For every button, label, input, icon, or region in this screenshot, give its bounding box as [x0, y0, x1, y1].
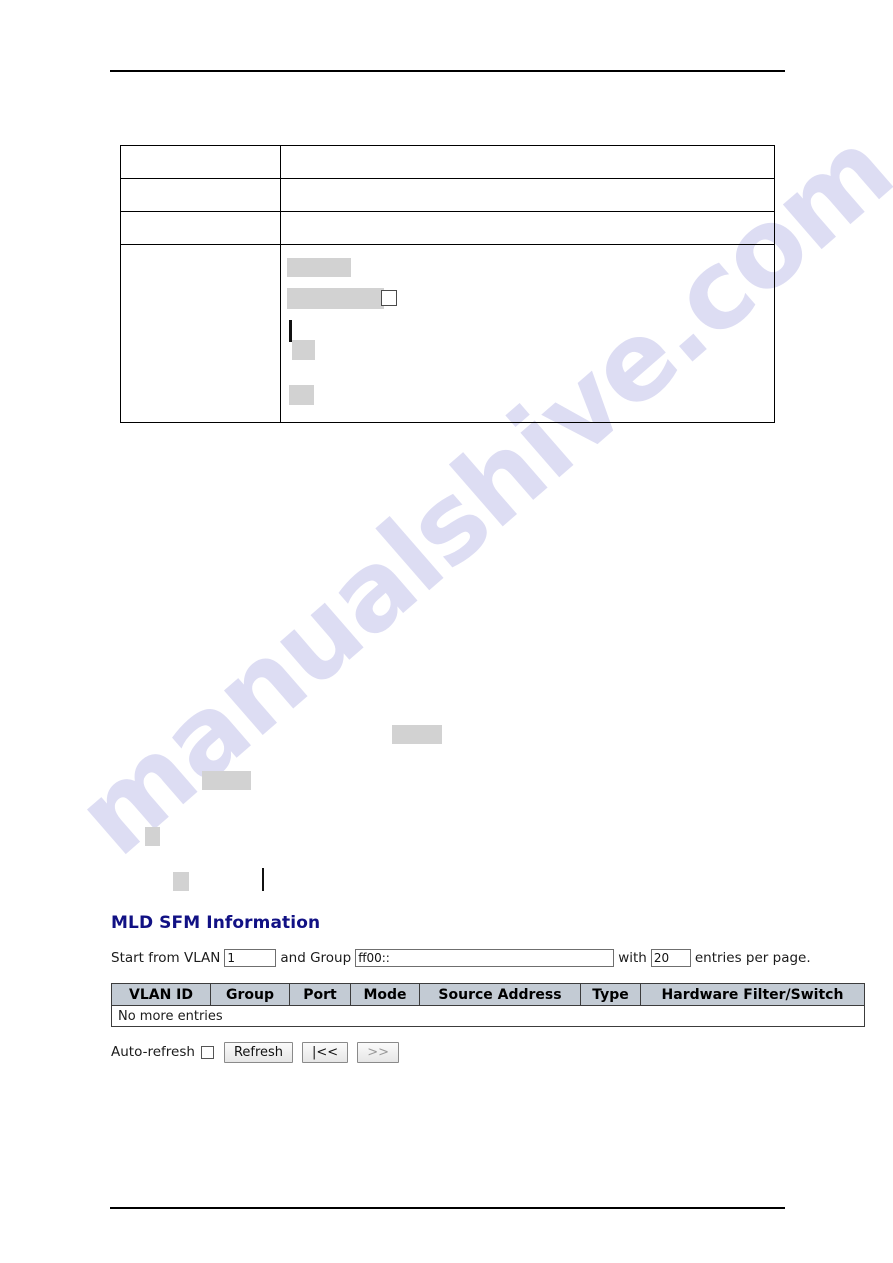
table-row: [120, 145, 775, 179]
and-group-label: and Group: [280, 950, 352, 966]
first-page-button[interactable]: |<<: [302, 1041, 349, 1063]
column-header-mode: Mode: [350, 983, 420, 1006]
blank-text-block: [145, 827, 160, 846]
column-header-type: Type: [580, 983, 641, 1006]
next-page-button[interactable]: >>: [357, 1041, 399, 1063]
start-from-vlan-label: Start from VLAN: [111, 950, 221, 966]
table-row: [120, 178, 775, 212]
footer-rule: [110, 1207, 785, 1209]
table-controls: Auto-refresh Refresh |<< >>: [111, 1041, 408, 1063]
start-vlan-input[interactable]: [224, 949, 277, 967]
column-header-group: Group: [210, 983, 290, 1006]
entries-per-page-label: entries per page.: [694, 950, 811, 966]
start-group-input[interactable]: [355, 949, 615, 967]
description-label-cell: [120, 178, 281, 212]
refresh-button[interactable]: Refresh: [223, 1041, 294, 1063]
empty-table-message: No more entries: [111, 1005, 865, 1027]
table-row-empty: No more entries: [111, 1005, 865, 1027]
description-label-cell: [120, 145, 281, 179]
description-value-cell: [280, 244, 775, 423]
filter-bar: Start from VLAN and Group with entries p…: [111, 948, 811, 968]
blank-text-block: [202, 771, 251, 790]
description-table: [120, 145, 775, 423]
column-header-source-address: Source Address: [419, 983, 581, 1006]
description-value-cell: [280, 145, 775, 179]
text-caret: [262, 868, 264, 891]
blank-text-block: [392, 725, 442, 744]
document-page: manualshive.com MLD SFM Information Star…: [0, 0, 893, 1263]
table-row: [120, 244, 775, 423]
with-label: with: [618, 950, 647, 966]
description-value-cell: [280, 178, 775, 212]
blank-text-block: [173, 872, 189, 891]
auto-refresh-checkbox[interactable]: [200, 1045, 214, 1059]
entries-per-page-input[interactable]: [650, 949, 691, 967]
column-header-hardware-filter: Hardware Filter/Switch: [640, 983, 865, 1006]
header-rule: [110, 70, 785, 72]
table-row: [120, 211, 775, 245]
column-header-vlan-id: VLAN ID: [111, 983, 211, 1006]
description-label-cell: [120, 211, 281, 245]
mld-sfm-table: VLAN ID Group Port Mode Source Address T…: [111, 983, 865, 1027]
description-value-cell: [280, 211, 775, 245]
auto-refresh-label: Auto-refresh: [111, 1044, 195, 1060]
table-header-row: VLAN ID Group Port Mode Source Address T…: [111, 983, 865, 1006]
page-title: MLD SFM Information: [111, 913, 321, 933]
description-label-cell: [120, 244, 281, 423]
column-header-port: Port: [289, 983, 351, 1006]
